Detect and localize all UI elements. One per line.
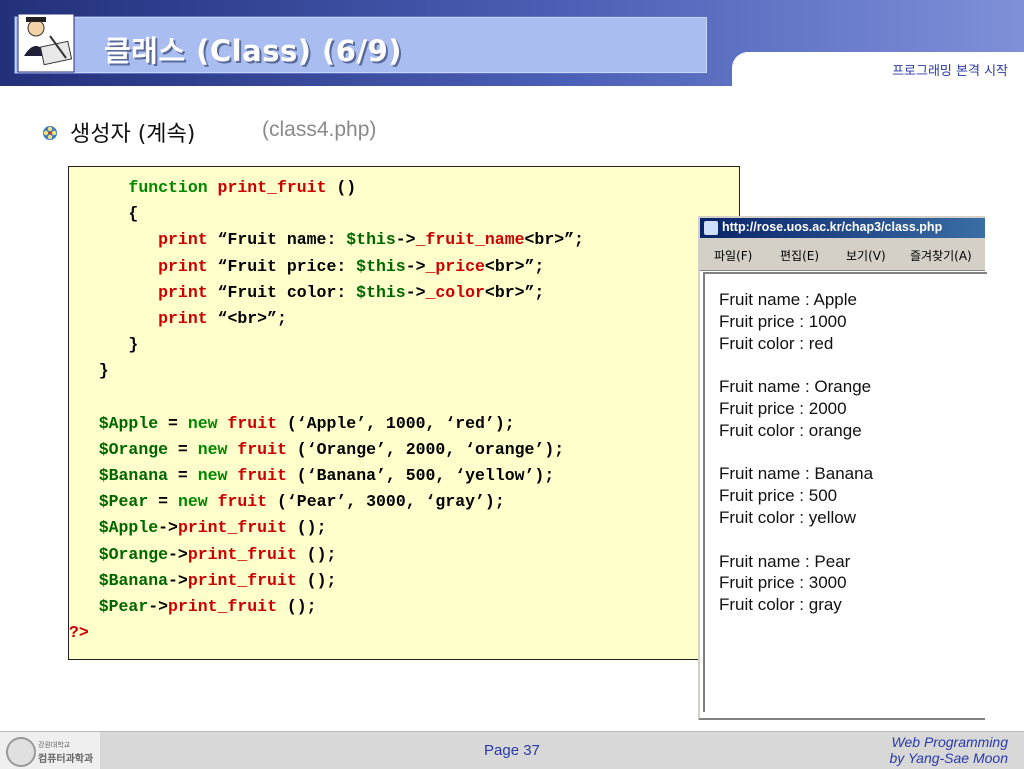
code-line: $Pear->print_fruit ();: [98, 597, 317, 616]
browser-window: http://rose.uos.ac.kr/chap3/class.php 파일…: [698, 216, 987, 720]
browser-page-content: Fruit name : Apple Fruit price : 1000 Frui…: [703, 272, 987, 712]
university-logo: 강원대학교 컴퓨터과학과: [0, 732, 100, 769]
footer-department: 컴퓨터과학과: [38, 754, 94, 765]
code-line: $Banana->print_fruit ();: [98, 570, 337, 590]
browser-titlebar: http://rose.uos.ac.kr/chap3/class.php: [700, 218, 985, 238]
output-line: Fruit name : Banana: [719, 464, 874, 484]
browser-menubar: 파일(F) 편집(E) 보기(V) 즐겨찾기(A): [700, 238, 985, 271]
footer-author: by Yang-Sae Moon: [889, 750, 1008, 766]
output-line: Fruit name : Pear: [719, 551, 851, 571]
footer-course: Web Programming: [891, 734, 1008, 750]
header-subtitle: 프로그래밍 본격 시작: [892, 64, 1008, 79]
code-line: $Apple->print_fruit ();: [98, 518, 327, 538]
slide-header: 클래스 (Class) (6/9) 프로그래밍 본격 시작: [0, 0, 1024, 86]
university-seal-icon: [6, 737, 36, 767]
code-line: $Pear = new fruit (‘Pear’, 3000, ‘gray’)…: [98, 492, 505, 512]
slide-title: 클래스 (Class) (6/9): [104, 34, 403, 68]
menu-favorites[interactable]: 즐겨찾기(A): [910, 247, 972, 264]
code-line: {: [69, 204, 139, 224]
bullet-heading: 생성자 (계속): [70, 122, 196, 147]
code-line: $Apple = new fruit (‘Apple’, 1000, ‘red’…: [98, 413, 515, 433]
output-line: Fruit price : 3000: [719, 573, 847, 593]
output-line: Fruit color : orange: [719, 420, 862, 440]
code-line: print “<br>”;: [158, 308, 287, 328]
browser-url: http://rose.uos.ac.kr/chap3/class.php: [722, 220, 943, 234]
bullet-filename: (class4.php): [262, 118, 377, 141]
code-line: function print_fruit (): [128, 178, 357, 197]
ie-page-icon: [704, 221, 718, 235]
code-line: $Orange->print_fruit ();: [98, 544, 337, 564]
code-line: $Orange = new fruit (‘Orange’, 2000, ‘or…: [98, 439, 565, 459]
page-number: Page 37: [484, 742, 540, 759]
code-line: $Banana = new fruit (‘Banana’, 500, ‘yel…: [98, 466, 555, 486]
code-line: print “Fruit name: $this->_fruit_name<br…: [158, 230, 584, 250]
menu-edit[interactable]: 편집(E): [780, 247, 819, 264]
code-line: print “Fruit price: $this->_price<br>”;: [158, 256, 545, 276]
output-line: Fruit name : Orange: [719, 377, 872, 397]
slide-footer: 강원대학교 컴퓨터과학과 Page 37 Web Programming by …: [0, 731, 1024, 769]
code-line: print “Fruit color: $this->_color<br>”;: [158, 282, 545, 302]
output-line: Fruit price : 1000: [719, 311, 847, 331]
menu-file[interactable]: 파일(F): [714, 247, 752, 264]
professor-logo-icon: [14, 6, 78, 76]
bullet-flower-icon: [42, 125, 58, 141]
menu-view[interactable]: 보기(V): [846, 247, 886, 264]
output-line: Fruit price : 500: [719, 486, 838, 506]
code-listing: function print_fruit () { print “Fruit n…: [69, 175, 584, 646]
output-line: Fruit color : gray: [719, 595, 842, 615]
output-line: Fruit price : 2000: [719, 399, 847, 418]
footer-university: 강원대학교: [38, 741, 71, 749]
output-line: Fruit color : red: [719, 333, 834, 353]
code-line: }: [69, 361, 109, 381]
code-block: function print_fruit () { print “Fruit n…: [68, 166, 740, 660]
code-line: ?>: [69, 623, 89, 643]
output-line: Fruit color : yellow: [719, 508, 856, 527]
code-line: }: [69, 335, 139, 355]
output-line: Fruit name : Apple: [719, 290, 857, 309]
